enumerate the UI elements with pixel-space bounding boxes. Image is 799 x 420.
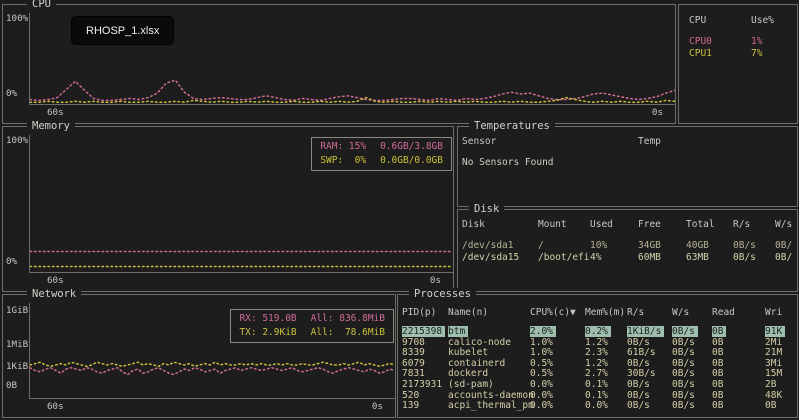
- table-cell: 0B/s: [733, 252, 775, 264]
- table-cell: acpi_thermal_pm: [448, 401, 530, 412]
- disk-body: /dev/sda1/10%34GB40GB0B/s0B//dev/sda15/b…: [458, 240, 797, 264]
- cpu-legend-panel: CPUUse% CPU01%CPU17%: [678, 4, 798, 124]
- table-cell: 0B/s: [627, 401, 672, 412]
- table-cell: 60MB: [638, 252, 686, 264]
- memory-y-axis: 100% 0%: [3, 135, 29, 273]
- memory-usage-graph[interactable]: RAM: 15%0.6GB/3.8GBSWP: 0%0.0GB/0.0GB: [29, 135, 453, 273]
- network-panel: Network 1GiB 1MiB 1KiB 0B RX: 519.0BAll:…: [2, 294, 396, 418]
- table-cell: 139: [402, 401, 448, 412]
- table-cell: /boot/efi: [538, 252, 590, 264]
- network-usage-graph[interactable]: RX: 519.0BAll: 836.8MiBTX: 2.9KiBAll: 78…: [29, 303, 395, 399]
- column-header[interactable]: Name(n): [448, 307, 530, 319]
- cpu-legend-header: CPUUse%: [679, 15, 797, 27]
- network-ytick-1mib: 1MiB: [6, 339, 28, 350]
- temperatures-panel: Temperatures SensorTemp No Sensors Found: [457, 126, 798, 207]
- column-header: Total: [686, 219, 733, 231]
- cpu-ytick-top: 100%: [6, 13, 28, 24]
- table-cell: 63MB: [686, 252, 733, 264]
- cpu-legend-row: CPU01%: [679, 36, 797, 48]
- column-header[interactable]: PID(p): [402, 307, 448, 319]
- table-cell: 0B/: [775, 252, 797, 264]
- network-ytick-1kib: 1KiB: [6, 361, 28, 372]
- disk-row: /dev/sda15/boot/efi4%60MB63MB0B/s0B/: [458, 252, 797, 264]
- column-header[interactable]: CPU%(c)▼: [530, 307, 585, 319]
- table-cell: /dev/sda1: [462, 240, 538, 252]
- table-cell: /dev/sda15: [462, 252, 538, 264]
- disk-row: /dev/sda1/10%34GB40GB0B/s0B/: [458, 240, 797, 252]
- network-x-axis: 60s 0s: [3, 399, 395, 417]
- temperatures-empty-message: No Sensors Found: [458, 157, 797, 168]
- table-cell: 0.0%: [585, 401, 627, 412]
- column-header: R/s: [733, 219, 775, 231]
- column-header[interactable]: Wri: [765, 307, 797, 319]
- memory-ytick-bottom: 0%: [6, 256, 17, 267]
- disk-panel: Disk DiskMountUsedFreeTotalR/sW/s /dev/s…: [457, 209, 798, 292]
- column-header: Sensor: [462, 136, 638, 148]
- memory-ytick-top: 100%: [6, 135, 28, 146]
- table-cell: 0B: [712, 401, 765, 412]
- process-row[interactable]: 139acpi_thermal_pm0.0%0.0%0B/s0B/s0B0B: [398, 401, 797, 412]
- table-cell: 0B: [765, 401, 797, 412]
- column-header: Use%: [751, 15, 797, 27]
- processes-header: PID(p)Name(n)CPU%(c)▼Mem%(m)R/sW/sReadWr…: [398, 307, 797, 319]
- table-cell: 7%: [751, 48, 797, 60]
- column-header: W/s: [775, 219, 797, 231]
- network-xtick-left: 60s: [47, 401, 64, 417]
- table-cell: CPU0: [689, 36, 751, 48]
- legend-row: RAM: 15%0.6GB/3.8GB: [320, 140, 443, 154]
- processes-body: 2215398btm2.0%0.2%1KiB/s0B/s0B91K9708cal…: [398, 327, 797, 412]
- column-header: Temp: [638, 136, 797, 148]
- file-tooltip-label: RHOSP_1.xlsx: [86, 25, 159, 37]
- network-ytick-1gib: 1GiB: [6, 305, 28, 316]
- table-cell: 4%: [590, 252, 638, 264]
- column-header[interactable]: W/s: [672, 307, 712, 319]
- cpu-x-axis: 60s 0s: [3, 105, 675, 123]
- table-cell: 10%: [590, 240, 638, 252]
- table-cell: 40GB: [686, 240, 733, 252]
- table-cell: 34GB: [638, 240, 686, 252]
- network-readout: RX: 519.0BAll: 836.8MiBTX: 2.9KiBAll: 78…: [230, 309, 394, 343]
- legend-row: SWP: 0%0.0GB/0.0GB: [320, 154, 443, 168]
- legend-row: TX: 2.9KiBAll: 78.6MiB: [239, 326, 385, 340]
- column-header: Used: [590, 219, 638, 231]
- file-tooltip: RHOSP_1.xlsx: [72, 17, 173, 44]
- legend-row: RX: 519.0BAll: 836.8MiB: [239, 312, 385, 326]
- network-xtick-right: 0s: [372, 401, 383, 417]
- column-header[interactable]: Mem%(m): [585, 307, 627, 319]
- network-ytick-0b: 0B: [6, 380, 17, 391]
- network-y-axis: 1GiB 1MiB 1KiB 0B: [3, 303, 29, 399]
- column-header: CPU: [689, 15, 751, 27]
- cpu-y-axis: 100% 0%: [3, 13, 29, 105]
- btm-system-monitor: CPU 100% 0% 60s 0s CPUUse% CPU01%CPU17%: [0, 0, 799, 420]
- cpu-ytick-bottom: 0%: [6, 88, 17, 99]
- disk-header: DiskMountUsedFreeTotalR/sW/s: [458, 219, 797, 231]
- column-header: Mount: [538, 219, 590, 231]
- temperatures-header: SensorTemp: [458, 136, 797, 148]
- cpu-legend-body: CPU01%CPU17%: [679, 36, 797, 60]
- table-cell: 0B/s: [672, 401, 712, 412]
- column-header: Free: [638, 219, 686, 231]
- column-header[interactable]: R/s: [627, 307, 672, 319]
- processes-panel: Processes PID(p)Name(n)CPU%(c)▼Mem%(m)R/…: [397, 294, 798, 418]
- table-cell: 0.0%: [530, 401, 585, 412]
- cpu-xtick-right: 0s: [652, 107, 663, 123]
- table-cell: 0B/s: [733, 240, 775, 252]
- memory-readout: RAM: 15%0.6GB/3.8GBSWP: 0%0.0GB/0.0GB: [311, 137, 452, 171]
- memory-panel: Memory 100% 0% RAM: 15%0.6GB/3.8GBSWP: 0…: [2, 126, 454, 292]
- cpu-legend-row: CPU17%: [679, 48, 797, 60]
- table-cell: 1%: [751, 36, 797, 48]
- table-cell: /: [538, 240, 590, 252]
- table-cell: CPU1: [689, 48, 751, 60]
- column-header[interactable]: Read: [712, 307, 765, 319]
- column-header: Disk: [462, 219, 538, 231]
- table-cell: 0B/: [775, 240, 797, 252]
